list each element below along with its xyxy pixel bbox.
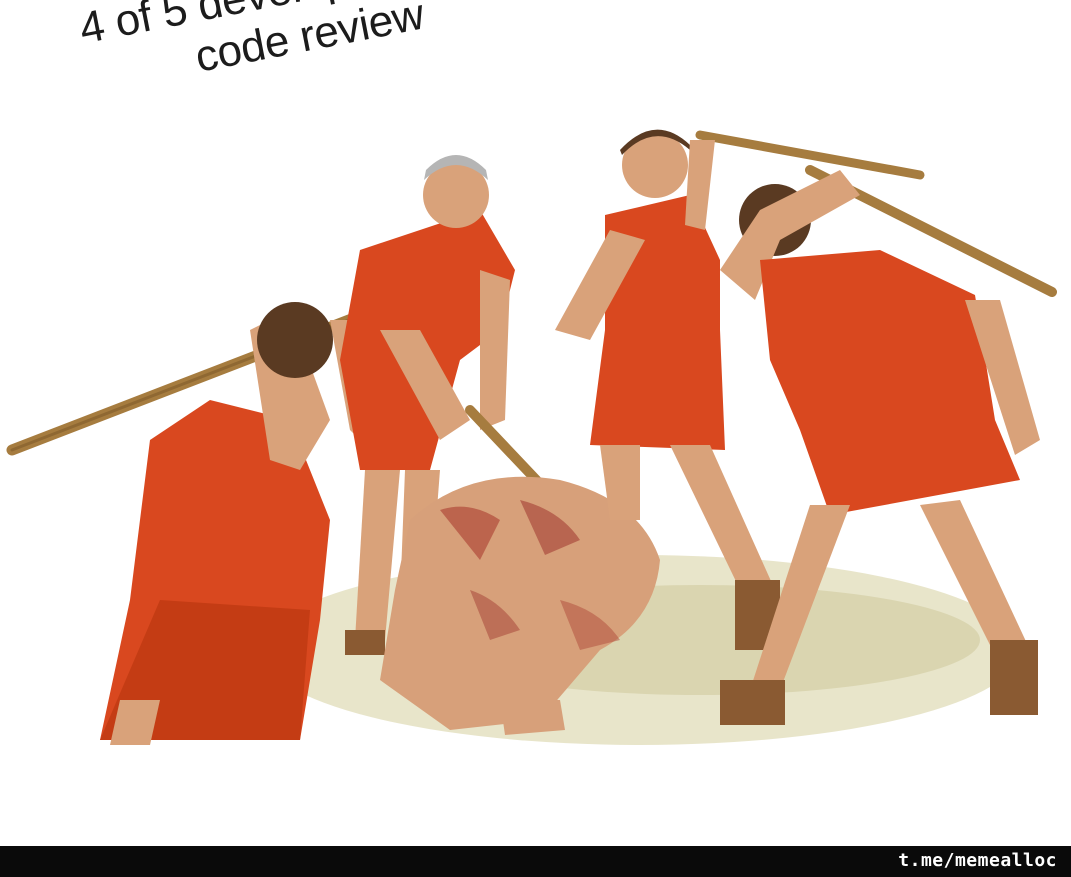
footer-bar: t.me/memealloc: [0, 846, 1071, 877]
meme-image: 4 of 5 developers enjoy code review t.me…: [0, 0, 1071, 877]
footer-credit: t.me/memealloc: [898, 850, 1057, 871]
roman-soldiers-illustration: [6, 129, 1057, 745]
